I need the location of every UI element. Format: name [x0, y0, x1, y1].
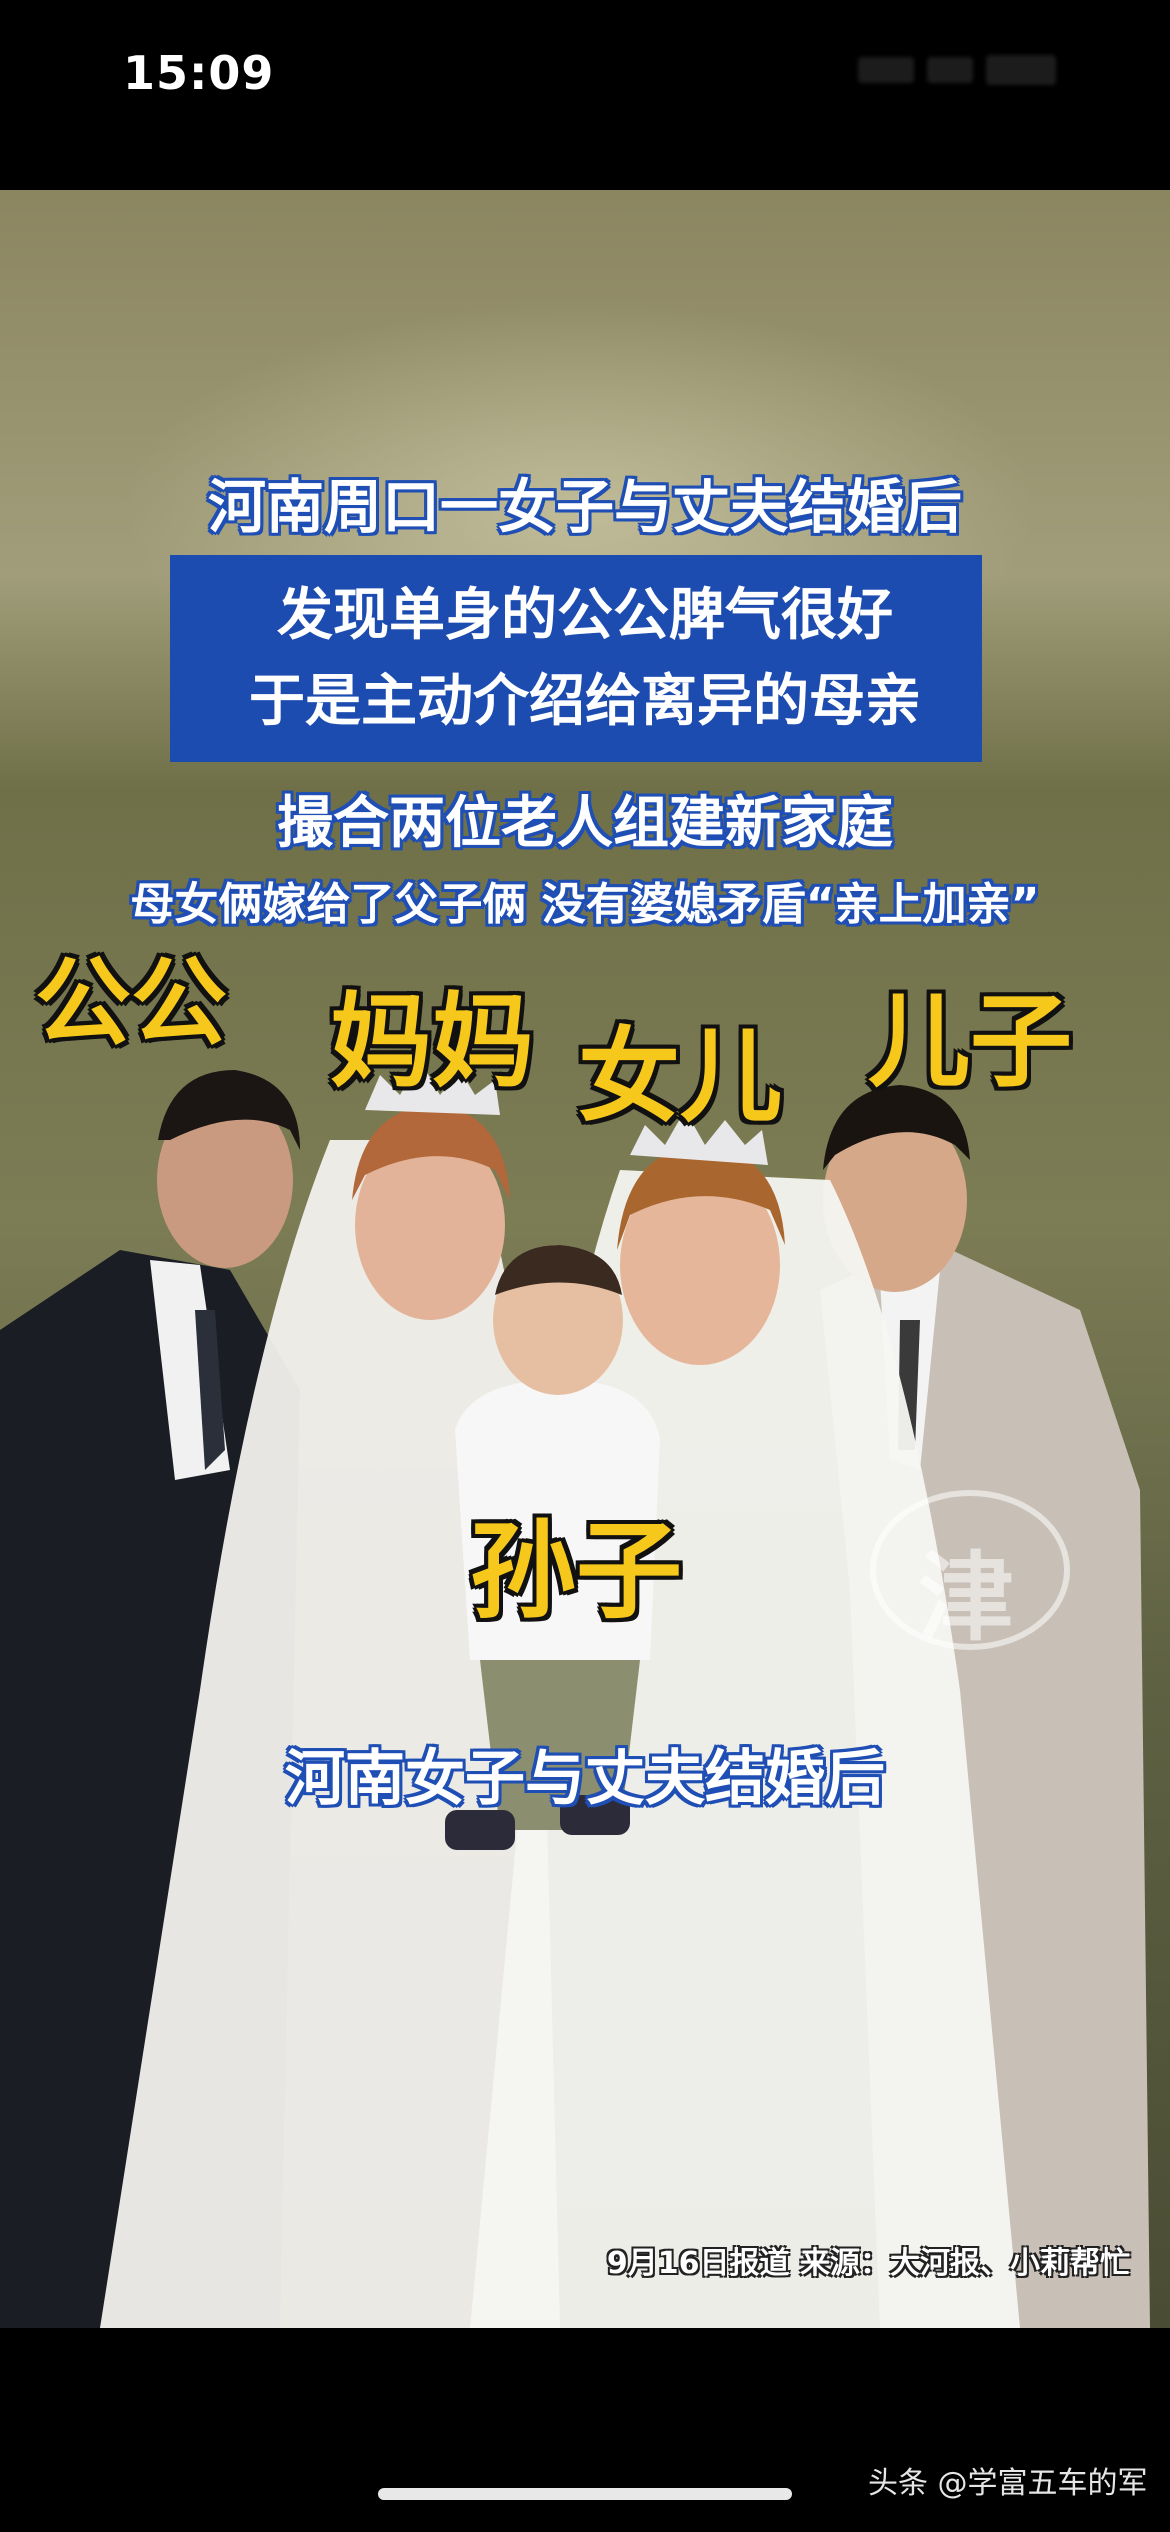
bottom-caption: 河南女子与丈夫结婚后: [285, 1744, 885, 1814]
battery-icon: [986, 55, 1057, 85]
line4-caption: 母女俩嫁给了父子俩 没有婆媳矛盾“亲上加亲”: [130, 879, 1040, 930]
label-grandson: 孙子: [470, 1510, 682, 1633]
signal-icon: [858, 57, 914, 83]
source-credit: 9月16日报道 来源：大河报、小莉帮忙: [606, 2246, 1130, 2281]
blue-box-line1: 发现单身的公公脾气很好: [277, 583, 893, 648]
line3-caption: 撮合两位老人组建新家庭: [277, 791, 893, 856]
video-frame[interactable]: 河南周口一女子与丈夫结婚后 发现单身的公公脾气很好 于是主动介绍给离异的母亲 撮…: [0, 190, 1170, 2328]
blue-box-line2: 于是主动介绍给离异的母亲: [249, 669, 921, 734]
status-icons: [858, 55, 1088, 95]
status-bar: 15:09: [0, 0, 1170, 190]
headline-caption: 河南周口一女子与丈夫结婚后: [207, 473, 962, 541]
label-daughter: 女儿: [578, 1018, 782, 1137]
station-logo-char: 津: [918, 1542, 1014, 1654]
wifi-icon: [927, 57, 974, 83]
label-mother: 妈妈: [330, 983, 534, 1102]
label-son: 儿子: [868, 983, 1072, 1102]
status-time: 15:09: [123, 46, 275, 100]
app-watermark: 头条 @学富五车的军: [868, 2466, 1148, 2501]
label-father-in-law: 公公: [35, 947, 227, 1059]
home-indicator[interactable]: [378, 2488, 792, 2500]
